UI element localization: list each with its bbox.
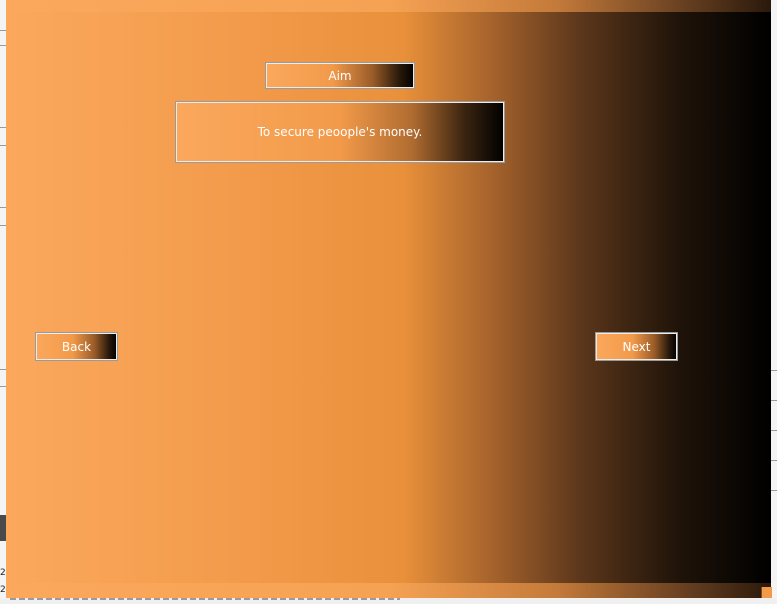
background-window-right-edge (771, 0, 777, 604)
background-digit: 2 (0, 585, 6, 595)
resize-grip[interactable] (761, 587, 772, 598)
window-top-edge (6, 0, 771, 12)
window-bottom-edge (6, 583, 771, 598)
back-button[interactable]: Back (35, 332, 118, 361)
aim-text-box: To secure peoople's money. (175, 101, 505, 163)
next-button-label: Next (622, 339, 651, 354)
background-gridline (771, 400, 777, 401)
aim-text: To secure peoople's money. (257, 125, 423, 139)
presentation-window: Aim To secure peoople's money. Back Next (6, 0, 772, 598)
background-gridline (771, 430, 777, 431)
background-gridline (771, 370, 777, 371)
background-gridline (771, 490, 777, 491)
screen: 2 2 Aim To secure peoople's money. Back … (0, 0, 777, 604)
background-gridline (771, 460, 777, 461)
next-button[interactable]: Next (595, 332, 678, 361)
aim-title: Aim (265, 62, 415, 89)
aim-title-label: Aim (328, 68, 352, 83)
background-text-line (10, 598, 400, 600)
background-digit: 2 (0, 568, 6, 578)
background-window-bottom-edge (0, 598, 777, 604)
back-button-label: Back (61, 339, 92, 354)
